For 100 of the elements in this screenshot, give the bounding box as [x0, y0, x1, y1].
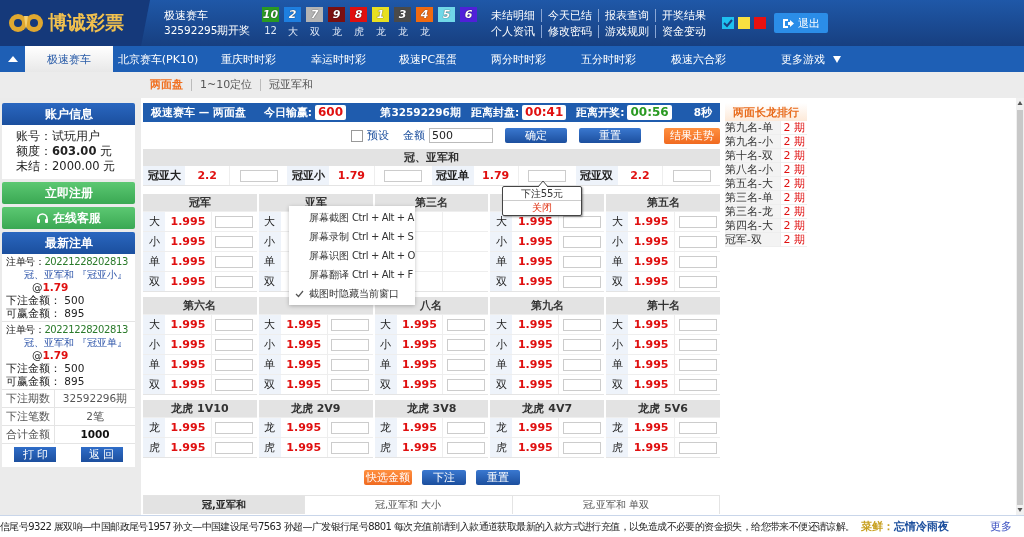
bet-input[interactable]: [672, 169, 711, 182]
slip-button[interactable]: 返 回: [80, 447, 123, 462]
submit-button[interactable]: 下注: [421, 470, 466, 485]
bet-odds: @1.79: [31, 349, 70, 362]
bet-input[interactable]: [446, 358, 485, 371]
game-tab[interactable]: 北京赛车(PK10): [113, 46, 203, 72]
bet-input[interactable]: [215, 318, 254, 331]
odds-value: 1.995: [632, 318, 670, 331]
bet-input[interactable]: [239, 169, 278, 182]
bet-input[interactable]: [446, 441, 485, 454]
header-link[interactable]: 开奖结果: [655, 8, 712, 22]
bet-input[interactable]: [446, 318, 485, 331]
headset-icon: [36, 211, 49, 225]
bet-input[interactable]: [331, 378, 370, 391]
bet-input[interactable]: [331, 318, 370, 331]
more-games-menu[interactable]: 更多游戏: [775, 46, 847, 72]
header-link[interactable]: 未结明细: [491, 8, 541, 22]
header-link[interactable]: 资金变动: [655, 24, 712, 38]
bet-input[interactable]: [215, 441, 254, 454]
reset-button[interactable]: 重置: [475, 470, 520, 485]
theme-swatch[interactable]: [754, 17, 766, 29]
bet-input[interactable]: [562, 378, 601, 391]
menu-item[interactable]: 屏幕录制 Ctrl + Alt + S: [289, 227, 415, 246]
logout-button[interactable]: 退出: [774, 13, 828, 33]
bet-input[interactable]: [562, 275, 601, 288]
amount-label: 金额: [403, 128, 425, 143]
signer-label: 菜鲜：: [860, 519, 894, 534]
game-tab[interactable]: 幸运时时彩: [293, 46, 383, 72]
bet-input[interactable]: [562, 338, 601, 351]
bet-input[interactable]: [215, 358, 254, 371]
bet-input[interactable]: [331, 338, 370, 351]
game-tab[interactable]: 两分时时彩: [473, 46, 563, 72]
bet-input[interactable]: [446, 338, 485, 351]
odds-value: 1.995: [632, 275, 670, 288]
preset-checkbox[interactable]: [351, 129, 363, 142]
bet-input[interactable]: [331, 441, 370, 454]
bet-input[interactable]: [678, 358, 717, 371]
bet-input[interactable]: [331, 358, 370, 371]
confirm-button[interactable]: 确定: [505, 128, 567, 143]
theme-swatch[interactable]: [722, 17, 734, 29]
bet-stake: 下注金额： 500: [6, 294, 86, 307]
bet-input[interactable]: [215, 338, 254, 351]
theme-swatch[interactable]: [738, 17, 750, 29]
bet-input[interactable]: [215, 235, 254, 248]
bet-input[interactable]: [562, 421, 601, 434]
ranking-name: 第十名-双: [725, 149, 780, 162]
bet-input[interactable]: [678, 441, 717, 454]
game-tab[interactable]: 极速赛车: [25, 46, 113, 72]
bet-input[interactable]: [215, 255, 254, 268]
bet-input[interactable]: [562, 215, 601, 228]
bet-input[interactable]: [678, 421, 717, 434]
bet-input[interactable]: [562, 441, 601, 454]
menu-item[interactable]: 屏幕识图 Ctrl + Alt + O: [289, 246, 415, 265]
bet-input[interactable]: [215, 275, 254, 288]
bet-input[interactable]: [384, 169, 422, 182]
game-tab[interactable]: 五分时时彩: [563, 46, 653, 72]
bet-label: 双: [258, 375, 281, 394]
bet-input[interactable]: [678, 275, 717, 288]
play-tab[interactable]: 冠亚军和: [260, 79, 322, 91]
bet-input[interactable]: [562, 358, 601, 371]
bet-input[interactable]: [678, 255, 717, 268]
more-link[interactable]: 更多: [990, 519, 1012, 534]
result-tab[interactable]: 冠,亚军和: [144, 496, 304, 514]
play-tab[interactable]: 1~10定位: [191, 79, 261, 91]
reset-button[interactable]: 重置: [579, 128, 641, 143]
odds-value: 1.995: [169, 318, 207, 331]
close-link[interactable]: 关闭: [503, 201, 581, 215]
bet-label: 单: [606, 355, 629, 374]
bet-input[interactable]: [562, 318, 601, 331]
collapse-icon[interactable]: [7, 56, 18, 62]
bet-input[interactable]: [446, 421, 485, 434]
amount-field[interactable]: 500: [429, 128, 493, 143]
odds-value: 1.995: [632, 441, 670, 454]
game-tab[interactable]: 极速PC蛋蛋: [383, 46, 473, 72]
game-tab[interactable]: 重庆时时彩: [203, 46, 293, 72]
slip-button[interactable]: 打 印: [14, 447, 57, 462]
result-number: 9: [328, 7, 345, 22]
bet-input[interactable]: [215, 215, 254, 228]
bet-input[interactable]: [678, 338, 717, 351]
profit-value: 600: [315, 105, 347, 120]
menu-item[interactable]: 屏幕截图 Ctrl + Alt + A: [289, 208, 415, 227]
bet-input[interactable]: [331, 421, 370, 434]
header-link[interactable]: 个人资讯: [491, 24, 541, 38]
header-link[interactable]: 报表查询: [598, 8, 655, 22]
menu-item[interactable]: 屏幕翻译 Ctrl + Alt + F: [289, 265, 415, 284]
bet-input[interactable]: [678, 318, 717, 331]
bet-input[interactable]: [562, 235, 601, 248]
header-link[interactable]: 今天已结: [541, 8, 598, 22]
header-link[interactable]: 修改密码: [541, 24, 598, 38]
bet-input[interactable]: [215, 378, 254, 391]
preset-label: 预设: [367, 128, 389, 143]
bet-label: 冠亚大: [143, 166, 185, 185]
bet-input[interactable]: [446, 378, 485, 391]
header-link[interactable]: 游戏规则: [598, 24, 655, 38]
bet-input[interactable]: [562, 255, 601, 268]
bet-input[interactable]: [678, 235, 717, 248]
bet-input[interactable]: [215, 421, 254, 434]
game-tab[interactable]: 极速六合彩: [653, 46, 743, 72]
bet-input[interactable]: [678, 215, 717, 228]
bet-input[interactable]: [678, 378, 717, 391]
